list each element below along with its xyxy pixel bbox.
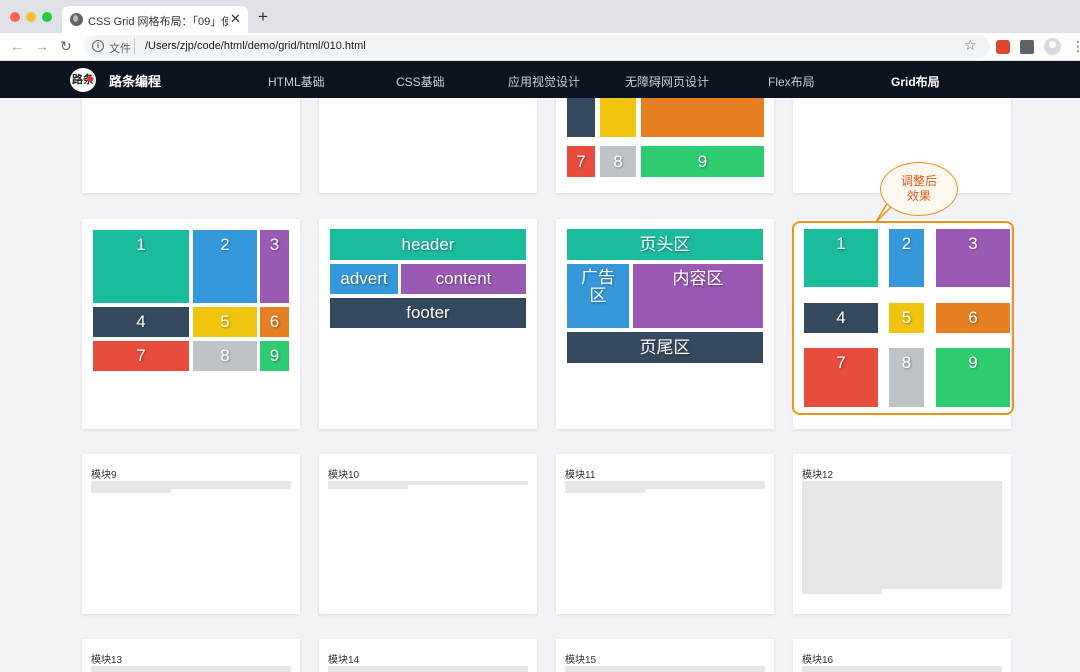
module-title: 模块16 (802, 655, 834, 666)
demo-card-3: 7 8 9 (556, 98, 774, 193)
url-separator (134, 38, 135, 54)
placeholder-bar (565, 666, 765, 672)
grid-cell-4 (567, 98, 595, 137)
callout-text: 调整后效果 (901, 174, 938, 203)
browser-tab[interactable]: CSS Grid 网格布局：「09」使用 ✕ (62, 6, 248, 33)
logo-dot (87, 76, 93, 82)
forward-arrow-icon[interactable]: → (35, 38, 49, 54)
placeholder-block (802, 481, 1002, 589)
grid-cell-2: 2 (193, 230, 257, 303)
highlight-box (792, 221, 1014, 415)
module-card-12: 模块12 (793, 454, 1011, 614)
demo-card-6: header advert content footer (319, 219, 537, 429)
tab-close-icon[interactable]: ✕ (230, 11, 241, 27)
placeholder-bar (802, 666, 1002, 672)
zoom-window-button[interactable] (42, 12, 52, 22)
profile-avatar-icon[interactable] (1044, 38, 1061, 55)
module-title: 模块12 (802, 470, 834, 481)
placeholder-bar-short (565, 489, 645, 493)
more-menu-icon[interactable]: ⋮ (1071, 38, 1080, 54)
grid-cell-8: 8 (193, 341, 257, 371)
extension-icon[interactable] (996, 40, 1010, 54)
module-card-10: 模块10 (319, 454, 537, 614)
grid-cell-6: 6 (260, 307, 289, 337)
nav-item-accessibility[interactable]: 无障碍网页设计 (625, 75, 709, 89)
new-tab-button[interactable]: + (258, 8, 268, 26)
grid-cell-6 (641, 98, 764, 137)
area-advert: advert (330, 264, 398, 294)
brand-name[interactable]: 路条编程 (109, 71, 161, 90)
module-card-14: 模块14 (319, 639, 537, 672)
area-advert: 广告区 (567, 264, 629, 328)
area-content: content (401, 264, 526, 294)
module-title: 模块9 (91, 470, 117, 481)
nav-item-visual-design[interactable]: 应用视觉设计 (508, 75, 580, 89)
grid-cell-8: 8 (600, 146, 636, 177)
nav-item-css[interactable]: CSS基础 (396, 75, 445, 89)
grid-cell-3: 3 (260, 230, 289, 303)
grid-cell-9: 9 (260, 341, 289, 371)
demo-card-5: 1 2 3 4 5 6 7 8 9 (82, 219, 300, 429)
module-card-15: 模块15 (556, 639, 774, 672)
area-header: 页头区 (567, 229, 763, 260)
globe-icon (70, 13, 83, 26)
logo[interactable]: 路条 (70, 68, 96, 92)
puzzle-icon[interactable] (1020, 40, 1034, 54)
close-window-button[interactable] (10, 12, 20, 22)
demo-card-1 (82, 98, 300, 193)
grid-cell-7: 7 (567, 146, 595, 177)
nav-item-grid[interactable]: Grid布局 (891, 75, 940, 89)
module-title: 模块14 (328, 655, 360, 666)
callout-bubble: 调整后效果 (880, 162, 958, 216)
grid-cell-5: 5 (193, 307, 257, 337)
placeholder-bar (328, 666, 528, 672)
tab-title: CSS Grid 网格布局：「09」使用 (88, 16, 228, 28)
url-scheme-label: 文件 (109, 43, 131, 55)
browser-tab-strip: CSS Grid 网格布局：「09」使用 ✕ + (0, 0, 1080, 33)
reload-icon[interactable]: ↻ (60, 38, 72, 54)
demo-card-7: 页头区 广告区 内容区 页尾区 (556, 219, 774, 429)
area-content: 内容区 (633, 264, 763, 328)
url-text[interactable]: /Users/zjp/code/html/demo/grid/html/010.… (145, 40, 366, 52)
info-icon[interactable]: i (92, 40, 104, 52)
module-card-13: 模块13 (82, 639, 300, 672)
placeholder-bar-short (328, 485, 408, 489)
site-navbar: 路条 路条编程 HTML基础 CSS基础 应用视觉设计 无障碍网页设计 Flex… (0, 61, 1080, 98)
browser-toolbar: ← → ↻ i 文件 /Users/zjp/code/html/demo/gri… (0, 33, 1080, 61)
placeholder-bar (565, 481, 765, 489)
grid-cell-9: 9 (641, 146, 764, 177)
module-card-11: 模块11 (556, 454, 774, 614)
bookmark-star-icon[interactable]: ☆ (964, 37, 977, 54)
placeholder-bar-short (802, 589, 882, 594)
grid-cell-1: 1 (93, 230, 189, 303)
module-title: 模块10 (328, 470, 360, 481)
placeholder-bar (91, 481, 291, 489)
area-header: header (330, 229, 526, 260)
module-title: 模块13 (91, 655, 123, 666)
minimize-window-button[interactable] (26, 12, 36, 22)
module-card-16: 模块16 (793, 639, 1011, 672)
demo-card-2 (319, 98, 537, 193)
area-footer: footer (330, 298, 526, 328)
nav-item-flex[interactable]: Flex布局 (768, 75, 815, 89)
grid-cell-4: 4 (93, 307, 189, 337)
placeholder-bar (91, 666, 291, 672)
back-arrow-icon[interactable]: ← (10, 38, 24, 54)
placeholder-bar-short (91, 489, 171, 493)
grid-cell-7: 7 (93, 341, 189, 371)
area-footer: 页尾区 (567, 332, 763, 363)
address-bar[interactable]: i 文件 /Users/zjp/code/html/demo/grid/html… (84, 35, 990, 58)
nav-item-html[interactable]: HTML基础 (268, 75, 325, 89)
grid-cell-5 (600, 98, 636, 137)
module-title: 模块11 (565, 470, 596, 481)
module-title: 模块15 (565, 655, 597, 666)
module-card-9: 模块9 (82, 454, 300, 614)
